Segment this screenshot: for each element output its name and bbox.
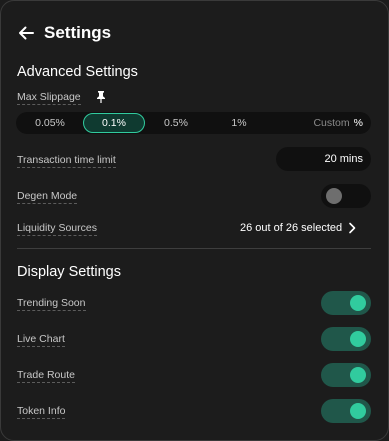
custom-slippage-placeholder: Custom <box>313 117 350 129</box>
arrow-left-icon[interactable] <box>17 25 35 41</box>
percent-suffix: % <box>353 117 363 129</box>
trade-route-label: Trade Route <box>17 369 75 383</box>
toggle-knob <box>326 188 342 204</box>
time-limit-value: 20 mins <box>324 153 363 165</box>
degen-mode-toggle[interactable] <box>321 184 371 208</box>
trade-route-toggle[interactable] <box>321 363 371 387</box>
trending-soon-toggle[interactable] <box>321 291 371 315</box>
token-info-toggle[interactable] <box>321 399 371 423</box>
transaction-time-limit-label: Transaction time limit <box>17 154 116 168</box>
live-chart-toggle[interactable] <box>321 327 371 351</box>
section-divider <box>17 248 371 249</box>
live-chart-label: Live Chart <box>17 333 65 347</box>
display-settings-title: Display Settings <box>17 264 121 280</box>
custom-slippage-input[interactable]: Custom % <box>313 112 363 134</box>
token-info-label: Token Info <box>17 405 66 419</box>
advanced-settings-title: Advanced Settings <box>17 64 138 80</box>
slippage-option-1[interactable]: 1% <box>220 112 258 134</box>
liquidity-sources-label: Liquidity Sources <box>17 222 97 236</box>
slippage-option-0-5[interactable]: 0.5% <box>152 112 200 134</box>
toggle-knob <box>350 367 366 383</box>
chevron-right-icon <box>349 222 356 234</box>
liquidity-sources-value: 26 out of 26 selected <box>240 222 343 234</box>
toggle-knob <box>350 331 366 347</box>
slippage-option-0-05[interactable]: 0.05% <box>24 112 76 134</box>
toggle-knob <box>350 295 366 311</box>
degen-mode-label: Degen Mode <box>17 190 78 204</box>
toggle-knob <box>350 403 366 419</box>
pin-icon[interactable] <box>96 90 106 103</box>
page-title: Settings <box>44 23 112 42</box>
slippage-option-0-1[interactable]: 0.1% <box>83 113 145 133</box>
time-limit-input[interactable]: 20 mins <box>276 147 371 171</box>
max-slippage-label: Max Slippage <box>17 91 81 105</box>
trending-soon-label: Trending Soon <box>17 297 86 311</box>
liquidity-sources-button[interactable]: 26 out of 26 selected <box>240 221 356 235</box>
settings-panel: Settings Advanced Settings Max Slippage … <box>0 0 389 441</box>
slippage-selector: 0.05% 0.1% 0.5% 1% Custom % <box>16 112 371 134</box>
